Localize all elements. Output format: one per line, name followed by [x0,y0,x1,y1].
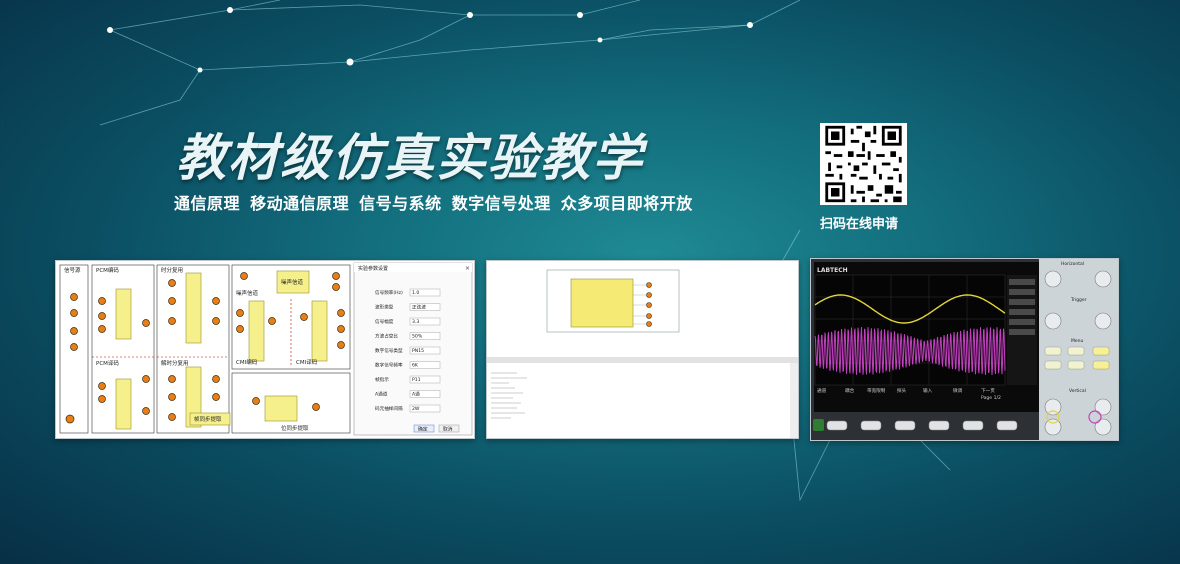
sync-label: 位同步提取 [281,424,309,432]
scope-menu: Menu [1071,338,1084,344]
qr-label: 扫码在线申请 [820,217,899,232]
scope-vertical: Vertical [1069,388,1086,394]
dialog-row-label: 码元抽样间隔 [375,405,403,412]
pcm-dec-label: PCM译码 [96,359,119,367]
dialog-row-label: 方波占空比 [375,333,398,340]
headline: 教材级仿真实验教学 [176,129,644,187]
dialog-cancel-button[interactable]: 取消 [443,426,453,433]
dialog-row-label: 信号频率(Hz) [375,289,403,296]
dialog-row-value: P11 [412,377,421,383]
dialog-row-value: 6K [412,363,419,369]
scope-label-next: 下一页 [981,388,995,394]
scope-brand: LABTECH [817,267,848,274]
scope-label-probe: 探头 [897,387,907,394]
noise-label: 噪声信道 [236,289,259,297]
dialog-row-label: 数字信号频率 [375,362,403,369]
subtitle: 通信原理 移动通信原理 信号与系统 数字信号处理 众多项目即将开放 [174,194,693,213]
dialog-ok-button[interactable]: 确定 [418,426,428,433]
circuit-screenshot: 信号源 PCM编码 PCM译码 时分复用 解时分复用 噪声信道 噪声信道 CMI… [55,260,475,439]
scope-label-input: 输入 [923,387,933,394]
dialog-row-label: 数字信号类型 [375,347,403,354]
scope-trigger: Trigger [1070,297,1087,303]
dialog-row-value: 正弦波 [412,304,426,311]
tdm-demux-label: 解时分复用 [161,359,189,367]
editor-canvas [487,261,798,438]
dialog-row-label: 帧指示 [375,376,389,383]
tdm-label: 时分复用 [161,266,183,274]
settings-dialog: 实验参数设置 × 确定 取消 信号频率(Hz) 1.0 波形类型 正弦波信号幅度 3.3… [353,262,473,436]
svg-text:通道: 通道 [817,387,827,394]
dialog-row-value: 3.3 [412,319,419,325]
dialog-row-label: 波形类型 [375,304,394,311]
dialog-title: 实验参数设置 [358,265,388,272]
scope-horizontal: Horizontal [1061,261,1084,267]
noise-box-label: 噪声信道 [281,278,304,286]
scope-label-coupling: 耦合 [845,387,855,394]
qr-code[interactable] [820,123,907,205]
dialog-row-value: 2W [412,406,420,412]
oscilloscope-device: LABTECH 通道 耦合 带宽限制 探头 输入 微调 下一页 Page 1/2 [811,259,1118,440]
circuit-diagram: 信号源 PCM编码 PCM译码 时分复用 解时分复用 噪声信道 噪声信道 CMI… [56,261,474,438]
svg-text:×: × [465,265,470,272]
frame-sync-label: 帧同步提取 [194,415,222,423]
pcm-enc-label: PCM编码 [96,266,119,274]
scope-label-bw: 带宽限制 [867,387,886,394]
scope-label-fine: 微调 [953,387,963,394]
dialog-row-value: 1.0 [412,290,419,296]
scope-page: Page 1/2 [981,395,1001,401]
dialog-row-value: A通 [412,391,420,398]
cmi-enc-label: CMI编码 [236,358,258,366]
source-label: 信号源 [64,266,81,274]
dialog-row-value: PN15 [412,348,424,354]
oscilloscope-screenshot: LABTECH 通道 耦合 带宽限制 探头 输入 微调 下一页 Page 1/2 [810,258,1119,441]
dialog-row-label: A通道 [375,391,388,398]
dialog-row-value: 50% [412,334,423,340]
cmi-dec-label: CMI译码 [296,358,318,366]
dialog-row-label: 信号幅度 [375,318,394,325]
editor-screenshot [486,260,799,439]
